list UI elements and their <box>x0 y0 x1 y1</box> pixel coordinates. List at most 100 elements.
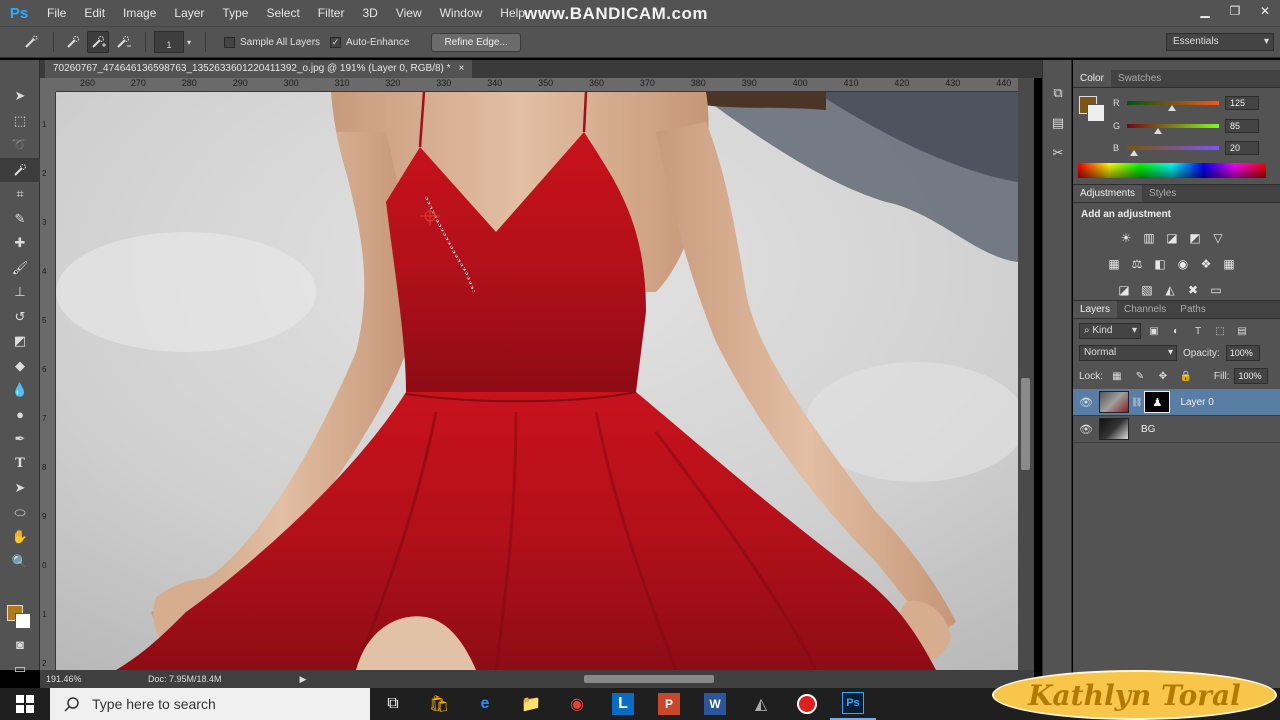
layer-name[interactable]: BG <box>1141 424 1155 435</box>
dodge-tool-icon[interactable]: ● <box>0 403 40 428</box>
layer-name[interactable]: Layer 0 <box>1180 397 1213 408</box>
history-brush-icon[interactable]: ↺ <box>0 305 40 330</box>
levels-icon[interactable]: ▥ <box>1138 228 1160 248</box>
play-arrow-icon[interactable]: ▶ <box>300 674 307 685</box>
rectangular-marquee-icon[interactable]: ⬚ <box>0 109 40 134</box>
lync-app-icon[interactable]: L <box>600 688 646 720</box>
horizontal-scroll-thumb[interactable] <box>584 675 714 683</box>
restore-icon[interactable]: ❐ <box>1220 0 1250 22</box>
pixel-filter-icon[interactable]: ▣ <box>1145 323 1163 339</box>
vertical-ruler[interactable]: 1 2 3 4 5 6 7 8 9 0 1 2 <box>40 92 56 670</box>
lasso-tool-icon[interactable]: ➰ <box>0 133 40 158</box>
tool-presets-icon[interactable]: ✂ <box>1043 138 1073 168</box>
color-balance-icon[interactable]: ⚖ <box>1126 254 1148 274</box>
blue-slider[interactable] <box>1127 146 1219 156</box>
screen-mode-icon[interactable]: ▭ <box>0 657 40 682</box>
tab-adjustments[interactable]: Adjustments <box>1073 185 1143 202</box>
menu-layer[interactable]: Layer <box>165 0 213 26</box>
red-slider-thumb[interactable] <box>1168 105 1176 111</box>
black-white-icon[interactable]: ◧ <box>1149 254 1171 274</box>
tab-color[interactable]: Color <box>1073 70 1111 87</box>
sample-all-layers-option[interactable]: Sample All Layers <box>224 36 320 48</box>
smart-object-filter-icon[interactable]: ▤ <box>1233 323 1251 339</box>
hand-tool-icon[interactable]: ✋ <box>0 525 40 550</box>
type-filter-icon[interactable]: T <box>1189 323 1207 339</box>
blue-slider-thumb[interactable] <box>1130 150 1138 156</box>
selective-color-icon[interactable]: ✖ <box>1182 280 1204 300</box>
menu-filter[interactable]: Filter <box>309 0 354 26</box>
paint-bucket-icon[interactable]: ◆ <box>0 354 40 379</box>
chrome-icon[interactable]: ◉ <box>554 688 600 720</box>
layer-row[interactable]: 👁 ⛓ ♟ Layer 0 <box>1073 389 1280 416</box>
green-slider[interactable] <box>1127 124 1219 134</box>
subtract-from-selection-icon[interactable] <box>112 31 134 53</box>
channel-mixer-icon[interactable]: ❖ <box>1195 254 1217 274</box>
file-explorer-icon[interactable]: 📁 <box>508 688 554 720</box>
document-canvas[interactable] <box>56 92 1018 670</box>
tab-paths[interactable]: Paths <box>1173 301 1213 318</box>
eyedropper-tool-icon[interactable]: ✎ <box>0 207 40 232</box>
menu-edit[interactable]: Edit <box>75 0 114 26</box>
windows-start-icon[interactable] <box>0 688 50 720</box>
tab-styles[interactable]: Styles <box>1142 185 1183 202</box>
menu-window[interactable]: Window <box>431 0 492 26</box>
red-slider[interactable] <box>1127 101 1219 111</box>
eraser-tool-icon[interactable]: ◩ <box>0 329 40 354</box>
layer-mask-thumbnail[interactable]: ♟ <box>1144 391 1171 413</box>
history-panel-icon[interactable]: ⧉ <box>1043 78 1073 108</box>
vertical-scroll-thumb[interactable] <box>1021 378 1030 470</box>
zoom-tool-icon[interactable]: 🔍 <box>0 550 40 575</box>
powerpoint-icon[interactable]: P <box>646 688 692 720</box>
blur-tool-icon[interactable]: 💧 <box>0 378 40 403</box>
move-tool-icon[interactable]: ➤ <box>0 84 40 109</box>
menu-type[interactable]: Type <box>213 0 257 26</box>
auto-enhance-checkbox[interactable]: ✓ <box>330 36 342 48</box>
quick-mask-icon[interactable]: ◙ <box>0 632 40 657</box>
menu-view[interactable]: View <box>387 0 431 26</box>
add-to-selection-icon[interactable] <box>87 31 109 53</box>
blend-mode-select[interactable]: Normal <box>1079 345 1177 361</box>
color-lookup-icon[interactable]: ▦ <box>1218 254 1240 274</box>
red-value-input[interactable]: 125 <box>1225 96 1259 110</box>
blue-value-input[interactable]: 20 <box>1225 141 1259 155</box>
fill-input[interactable]: 100% <box>1234 368 1269 384</box>
vertical-scrollbar[interactable] <box>1018 78 1034 670</box>
threshold-icon[interactable]: ◭ <box>1159 280 1181 300</box>
posterize-icon[interactable]: ▧ <box>1136 280 1158 300</box>
task-view-icon[interactable]: ⧉ <box>370 688 416 720</box>
edge-browser-icon[interactable]: e <box>462 688 508 720</box>
lock-position-icon[interactable]: ✥ <box>1154 368 1172 384</box>
exposure-icon[interactable]: ◩ <box>1184 228 1206 248</box>
lock-image-icon[interactable]: ✎ <box>1131 368 1149 384</box>
hue-saturation-icon[interactable]: ▦ <box>1103 254 1125 274</box>
tab-channels[interactable]: Channels <box>1117 301 1173 318</box>
clone-stamp-icon[interactable]: ⊥ <box>0 280 40 305</box>
curves-icon[interactable]: ◪ <box>1161 228 1183 248</box>
background-color-swatch[interactable] <box>15 613 31 629</box>
app-icon[interactable]: ◭ <box>738 688 784 720</box>
shape-filter-icon[interactable]: ⬚ <box>1211 323 1229 339</box>
tab-layers[interactable]: Layers <box>1073 301 1118 318</box>
brush-size-picker[interactable]: 1 <box>154 31 184 53</box>
brush-tool-icon[interactable]: 🖌 <box>0 256 40 281</box>
menu-3d[interactable]: 3D <box>353 0 386 26</box>
brightness-contrast-icon[interactable]: ☀ <box>1115 228 1137 248</box>
pen-tool-icon[interactable]: ✒ <box>0 427 40 452</box>
quick-selection-tool-preset-icon[interactable] <box>20 31 42 53</box>
microsoft-store-icon[interactable]: 🛍 <box>416 688 462 720</box>
close-tab-icon[interactable]: × <box>459 60 465 78</box>
eye-icon[interactable]: 👁 <box>1073 396 1099 409</box>
sample-all-layers-checkbox[interactable] <box>224 36 235 48</box>
workspace-select[interactable]: Essentials <box>1166 33 1274 51</box>
path-selection-icon[interactable]: ➤ <box>0 476 40 501</box>
lock-all-icon[interactable]: 🔒 <box>1177 368 1195 384</box>
menu-image[interactable]: Image <box>114 0 165 26</box>
zoom-level[interactable]: 191.46% <box>40 674 90 684</box>
color-spectrum-ramp[interactable] <box>1078 163 1266 178</box>
gradient-map-icon[interactable]: ▭ <box>1205 280 1227 300</box>
photo-filter-icon[interactable]: ◉ <box>1172 254 1194 274</box>
layer-row[interactable]: 👁 BG <box>1073 416 1280 443</box>
document-tab[interactable]: 70260767_474646136598763_135263360122041… <box>45 60 473 78</box>
word-icon[interactable]: W <box>692 688 738 720</box>
photoshop-taskbar-icon[interactable]: Ps <box>830 688 876 720</box>
